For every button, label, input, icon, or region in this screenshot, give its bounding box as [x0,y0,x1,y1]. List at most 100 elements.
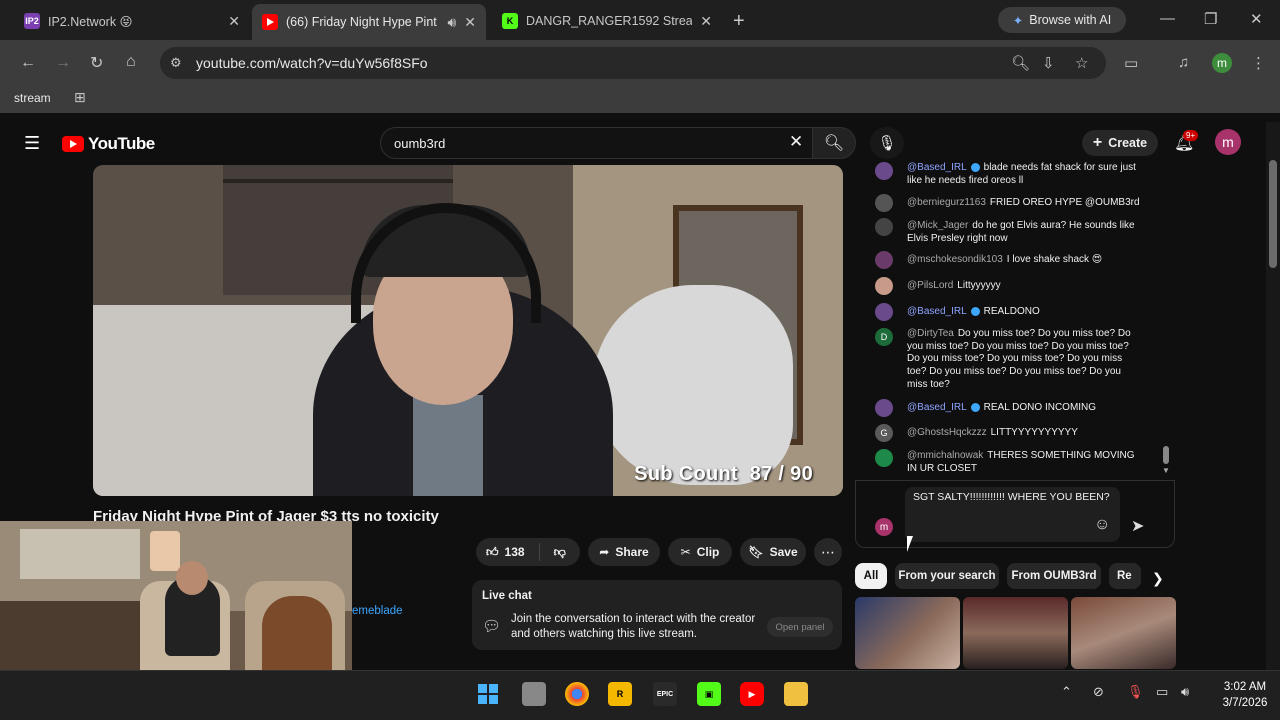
bookmark-stream[interactable]: stream [14,91,51,105]
tab-youtube-video[interactable]: (66) Friday Night Hype Pint 🔊︎ ✕ [252,4,486,40]
site-info-icon[interactable]: ⚙︎ [170,55,182,71]
clip-button[interactable]: ✂ Clip [668,538,732,566]
chat-avatar[interactable] [875,449,893,467]
open-panel-button[interactable]: Open panel [767,617,833,637]
forward-icon[interactable]: → [55,54,71,72]
search-input[interactable]: oumb3rd [394,136,445,151]
chat-input[interactable]: SGT SALTY!!!!!!!!!!!! WHERE YOU BEEN? [905,487,1120,542]
voice-search-button[interactable]: 🎙︎ [870,127,904,159]
recommended-video-thumbnail[interactable] [1071,597,1176,669]
windows-start-icon[interactable] [476,682,500,706]
chat-author[interactable]: @Based_IRL [907,402,967,413]
chat-avatar[interactable] [875,303,893,321]
cam-window [20,529,140,579]
scroll-down-icon[interactable]: ▼ [1162,466,1170,475]
divider [538,543,540,561]
install-app-icon[interactable]: ⇩ [1042,54,1055,72]
display-icon[interactable]: ▭ [1156,684,1168,700]
restore-icon[interactable]: ❐ [1204,10,1217,28]
epic-games-icon[interactable]: EPIC [653,682,677,706]
create-button[interactable]: + Create [1082,130,1158,156]
search-button[interactable]: 🔍︎ [812,127,856,159]
chat-scrollbar[interactable] [1163,446,1169,464]
file-explorer-icon[interactable] [784,682,808,706]
volume-icon[interactable]: 🔊︎ [1181,684,1189,700]
chat-author[interactable]: @GhostsHqckzzz [907,427,987,438]
channel-link[interactable]: emeblade [352,605,403,617]
recommended-video-thumbnail[interactable] [855,597,960,669]
split-view-icon[interactable]: ▭ [1124,54,1138,72]
tab-ip2-network[interactable]: IP2 IP2.Network 😝 ✕ [14,6,250,36]
close-tab-icon[interactable]: ✕ [700,13,712,30]
media-controls-icon[interactable]: ♫ [1178,54,1189,71]
chat-avatar[interactable] [875,218,893,236]
hamburger-menu-icon[interactable]: ☰ [24,133,40,154]
speaker-icon[interactable]: 🔊︎ [447,14,456,31]
chat-author[interactable]: @Mick_Jager [907,220,968,231]
browse-with-ai-button[interactable]: ✦ Browse with AI [998,7,1126,33]
chat-author[interactable]: @berniegurz1163 [907,197,986,208]
new-tab-icon[interactable]: + [733,10,745,33]
youtube-avatar[interactable]: m [1215,129,1241,155]
chat-author[interactable]: @Based_IRL [907,162,967,173]
page-scrollbar-thumb[interactable] [1269,160,1277,268]
chip-related[interactable]: Re [1109,563,1141,589]
minimize-icon[interactable]: — [1160,10,1175,27]
apps-grid-icon[interactable]: ⊞ [74,89,86,106]
chat-avatar[interactable] [875,251,893,269]
chat-message: @mmichalnowak THERES SOMETHING MOVING IN … [907,450,1142,475]
save-button[interactable]: 🔖︎ Save [740,538,806,566]
task-view-icon[interactable] [522,682,546,706]
video-player[interactable]: Sub Count 87 / 90 [93,165,843,496]
chat-author[interactable]: @PilsLord [907,280,953,291]
chip-from-channel[interactable]: From OUMB3rd [1007,563,1101,589]
kick-app-icon[interactable]: ▣ [697,682,721,706]
network-off-icon[interactable]: ⊘ [1093,684,1104,700]
bookmark-star-icon[interactable]: ☆ [1075,54,1088,72]
chat-avatar[interactable] [875,277,893,295]
chat-avatar[interactable] [875,162,893,180]
clear-search-icon[interactable]: ✕ [789,132,803,152]
chat-avatar[interactable]: G [875,424,893,442]
more-actions-icon[interactable]: ⋯ [814,538,842,566]
chat-author[interactable]: @DirtyTea [907,328,954,339]
address-url[interactable]: youtube.com/watch?v=duYw56f8SFo [196,55,428,71]
rockstar-icon[interactable]: R [608,682,632,706]
chevron-right-icon[interactable]: ❯ [1152,570,1164,587]
recommended-video-thumbnail[interactable] [963,597,1068,669]
microphone-tray-icon[interactable]: 🎙︎ [1127,684,1144,700]
tab-kick-stream[interactable]: K DANGR_RANGER1592 Stream - ✕ [492,6,722,36]
zoom-icon[interactable]: 🔍︎ [1011,54,1030,72]
tray-chevron-icon[interactable]: ⌃ [1061,684,1072,700]
reload-icon[interactable]: ↻ [90,53,103,73]
youtube-logo[interactable]: YouTube [62,134,155,154]
chat-author[interactable]: @mmichalnowak [907,450,983,461]
menu-dots-icon[interactable]: ⋮ [1251,54,1266,72]
back-icon[interactable]: ← [20,54,36,72]
youtube-app-icon[interactable]: ▶ [740,682,764,706]
clock[interactable]: 3:02 AM 3/7/2026 [1218,679,1272,711]
bookmarks-bar [0,85,1280,113]
profile-avatar[interactable]: m [1212,53,1232,73]
video-clothes-rack [223,179,453,183]
chat-avatar[interactable]: D [875,328,893,346]
send-icon[interactable]: ➤ [1131,516,1144,536]
chip-from-search[interactable]: From your search [895,563,999,589]
chat-avatar[interactable] [875,194,893,212]
chrome-icon[interactable] [565,682,589,706]
chat-input-avatar: m [875,518,893,536]
home-icon[interactable]: ⌂ [126,53,136,71]
close-tab-icon[interactable]: ✕ [464,14,476,31]
chat-avatar[interactable] [875,399,893,417]
chat-author[interactable]: @Based_IRL [907,306,967,317]
dislike-icon[interactable]: 👎︎ [554,545,566,560]
chip-all[interactable]: All [855,563,887,589]
emoji-icon[interactable]: ☺ [1094,516,1110,534]
share-button[interactable]: ➦ Share [588,538,660,566]
close-window-icon[interactable]: ✕ [1250,10,1263,28]
like-count[interactable]: 138 [505,545,525,559]
create-label: Create [1108,136,1148,150]
chat-author[interactable]: @mschokesondik103 [907,254,1003,265]
like-icon[interactable]: 👍︎ [486,545,499,560]
close-tab-icon[interactable]: ✕ [228,13,240,30]
